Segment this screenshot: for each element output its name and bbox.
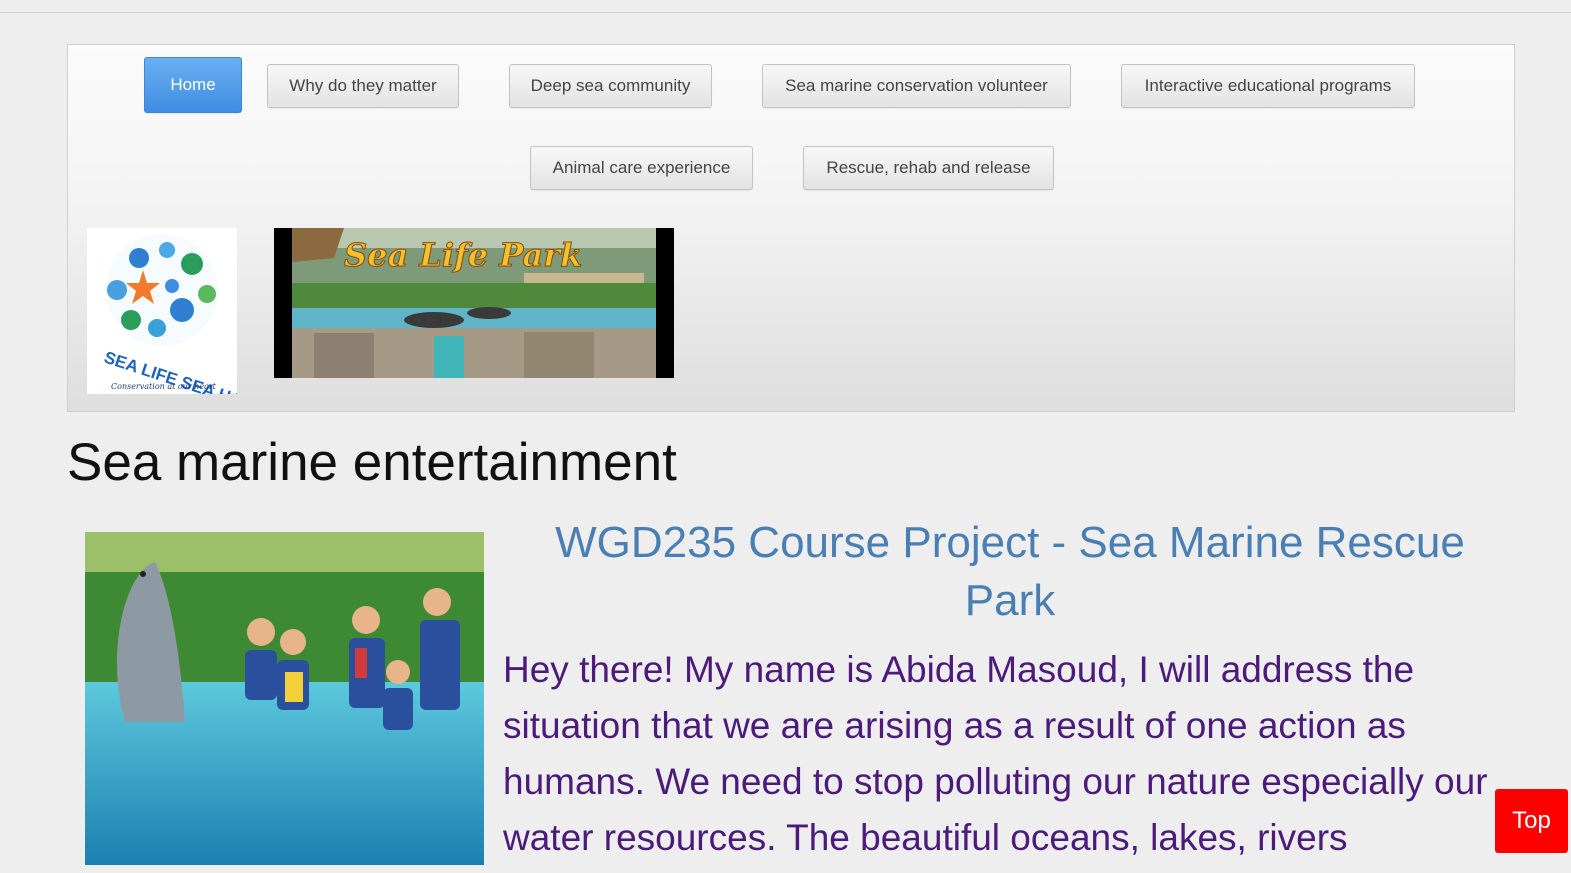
nav-interactive-programs-button[interactable]: Interactive educational programs — [1121, 64, 1415, 108]
nav-rescue-rehab-release-button[interactable]: Rescue, rehab and release — [803, 146, 1054, 190]
sea-life-park-banner[interactable]: Sea Life Park — [274, 228, 674, 378]
nav-home-button[interactable]: Home — [144, 57, 242, 113]
dolphin-encounter-photo — [85, 532, 484, 865]
nav-animal-care-button[interactable]: Animal care experience — [530, 146, 753, 190]
site-header: Home Why do they matter Deep sea communi… — [67, 44, 1515, 412]
top-divider — [0, 12, 1571, 13]
intro-paragraph: Hey there! My name is Abida Masoud, I wi… — [503, 649, 1488, 858]
nav-conservation-volunteer-button[interactable]: Sea marine conservation volunteer — [762, 64, 1071, 108]
page-title: Sea marine entertainment — [67, 433, 677, 492]
course-project-title: WGD235 Course Project - Sea Marine Rescu… — [555, 518, 1465, 625]
banner-title: Sea Life Park — [344, 236, 582, 274]
sea-life-logo[interactable]: SEA LIFE SEA HAPPY Conservation at our h… — [87, 228, 237, 394]
logo-tagline: Conservation at our heart — [111, 382, 217, 391]
nav-why-do-they-matter-button[interactable]: Why do they matter — [267, 64, 459, 108]
back-to-top-button[interactable]: Top — [1495, 789, 1568, 853]
nav-deep-sea-community-button[interactable]: Deep sea community — [509, 64, 712, 108]
